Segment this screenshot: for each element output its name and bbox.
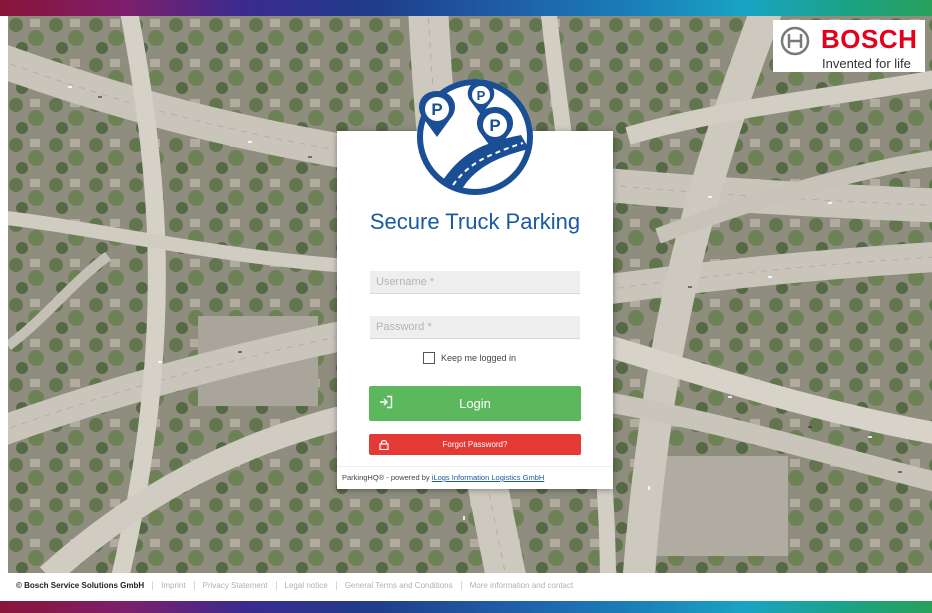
powered-by-text: ParkingHQ® - powered by: [342, 473, 432, 482]
bottom-color-bar: [0, 601, 932, 613]
app-title: Secure Truck Parking: [369, 209, 581, 234]
bosch-tagline: Invented for life: [822, 56, 911, 71]
password-input[interactable]: [370, 316, 580, 339]
footer-link-legal[interactable]: Legal notice: [275, 581, 336, 590]
footer-link-terms[interactable]: General Terms and Conditions: [335, 581, 461, 590]
remember-me-label[interactable]: Keep me logged in: [441, 353, 516, 363]
logo-letter-p3: P: [489, 116, 500, 135]
footer-links-row: © Bosch Service Solutions GmbH Imprint P…: [16, 581, 581, 590]
login-button[interactable]: Login: [369, 386, 581, 421]
copyright-text: © Bosch Service Solutions GmbH: [16, 581, 145, 590]
logo-letter-p1: P: [431, 100, 442, 119]
ilogs-link[interactable]: iLogs Information Logistics GmbH: [432, 473, 545, 482]
page-footer: © Bosch Service Solutions GmbH Imprint P…: [0, 573, 932, 601]
username-input[interactable]: [370, 271, 580, 294]
footer-link-imprint[interactable]: Imprint: [152, 581, 193, 590]
forgot-password-label: Forgot Password?: [442, 440, 508, 449]
forgot-password-button[interactable]: Forgot Password?: [369, 434, 581, 455]
login-button-label: Login: [459, 396, 491, 411]
remember-me-row[interactable]: Keep me logged in: [423, 351, 516, 365]
parking-pins-road-icon: P P P: [417, 79, 533, 195]
bosch-brand-block: BOSCH Invented for life: [773, 20, 925, 72]
bosch-wordmark: BOSCH: [821, 24, 918, 54]
footer-link-privacy[interactable]: Privacy Statement: [193, 581, 276, 590]
top-color-bar: [0, 0, 932, 16]
remember-me-checkbox[interactable]: [423, 352, 435, 364]
powered-by-line: ParkingHQ® - powered by iLogs Informatio…: [337, 466, 613, 489]
footer-link-contact[interactable]: More information and contact: [460, 581, 582, 590]
logo-letter-p2: P: [477, 88, 486, 103]
login-card: P P P Secure Truck Parking Keep me logge…: [337, 79, 613, 489]
bosch-armature-icon: [780, 26, 810, 56]
